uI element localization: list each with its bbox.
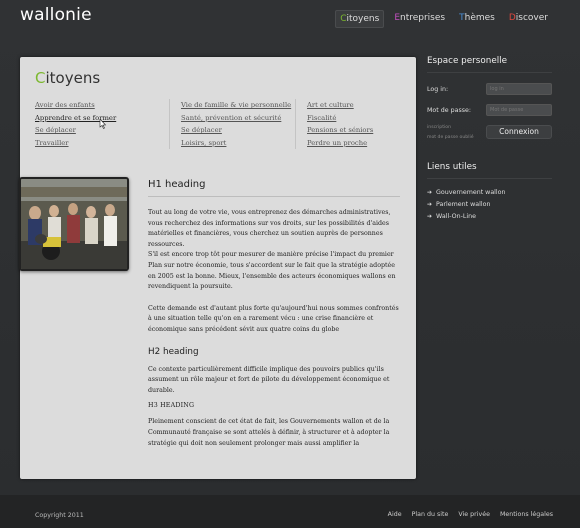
personal-space-title: Espace personelle: [427, 56, 552, 73]
login-input[interactable]: [486, 83, 552, 95]
account-links: inscription mot de passe oublié: [427, 125, 474, 140]
heading-1: H1 heading: [148, 179, 400, 197]
copyright-text: Copyright 2011: [35, 512, 84, 519]
topic-links: Avoir des enfants Apprendre et se former…: [35, 99, 405, 149]
inscription-link[interactable]: inscription: [427, 125, 474, 130]
footer-link-plan-du-site[interactable]: Plan du site: [412, 511, 449, 518]
arrow-right-icon: ➔: [427, 213, 433, 220]
paragraph: Ce contexte particulièrement difficile i…: [148, 365, 390, 394]
login-actions: inscription mot de passe oublié Connexio…: [427, 125, 552, 140]
login-row: Log in:: [427, 83, 552, 95]
footer-link-aide[interactable]: Aide: [388, 511, 402, 518]
topic-link[interactable]: Santé, prévention et sécurité: [181, 112, 287, 125]
topic-link[interactable]: Vie de famille & vie personnelle: [181, 99, 291, 112]
connexion-button[interactable]: Connexion: [486, 125, 552, 139]
heading-3: H3 HEADING: [148, 402, 195, 410]
nav-label: ntreprises: [400, 13, 446, 23]
sidebar: Espace personelle Log in: Mot de passe: …: [427, 56, 552, 225]
useful-links: Liens utiles ➔ Gouvernement wallon ➔ Par…: [427, 162, 552, 220]
topic-link[interactable]: Perdre un proche: [307, 137, 397, 150]
topic-column-2: Vie de famille & vie personnelle Santé, …: [169, 99, 295, 149]
people-photo: [19, 177, 129, 271]
nav-label: itoyens: [346, 14, 380, 24]
wallonie-logo[interactable]: wallonie: [20, 5, 92, 25]
forgot-password-link[interactable]: mot de passe oublié: [427, 135, 474, 140]
nav-entreprises[interactable]: Entreprises: [390, 10, 449, 28]
topic-link[interactable]: Se déplacer: [35, 124, 161, 137]
paragraph: Tout au long de votre vie, vous entrepre…: [148, 209, 391, 248]
paragraph: S'il est encore trop tôt pour mesurer de…: [148, 251, 396, 291]
login-label: Log in:: [427, 85, 449, 93]
paragraph: Pleinement conscient de cet état de fait…: [148, 418, 390, 447]
topic-link[interactable]: Art et culture: [307, 99, 397, 112]
arrow-right-icon: ➔: [427, 189, 433, 196]
password-input[interactable]: [486, 104, 552, 116]
top-navigation: Citoyens Entreprises Thèmes Discover: [335, 10, 552, 28]
nav-label: hèmes: [464, 13, 495, 23]
topic-link[interactable]: Se déplacer: [181, 124, 287, 137]
topic-link[interactable]: Loisirs, sport: [181, 137, 287, 150]
useful-link-label: Wall-On-Line: [436, 213, 477, 220]
useful-links-title: Liens utiles: [427, 162, 552, 179]
page-title: Citoyens: [35, 69, 100, 87]
page-title-rest: itoyens: [45, 69, 101, 87]
password-label: Mot de passe:: [427, 106, 472, 114]
topic-link[interactable]: Avoir des enfants: [35, 99, 161, 112]
useful-link-label: Gouvernement wallon: [436, 189, 506, 196]
heading-2: H2 heading: [148, 346, 199, 357]
topic-link[interactable]: Apprendre et se former: [35, 112, 161, 125]
topic-link[interactable]: Fiscalité: [307, 112, 397, 125]
footer-link-mentions-legales[interactable]: Mentions légales: [500, 511, 553, 518]
nav-citoyens[interactable]: Citoyens: [335, 10, 385, 28]
page-title-initial: C: [35, 69, 46, 87]
useful-link-label: Parlement wallon: [436, 201, 491, 208]
nav-themes[interactable]: Thèmes: [455, 10, 499, 28]
useful-link-item[interactable]: ➔ Wall-On-Line: [427, 213, 552, 220]
useful-link-item[interactable]: ➔ Parlement wallon: [427, 201, 552, 208]
topic-link[interactable]: Travailler: [35, 137, 161, 150]
crowd-photo-icon: [21, 179, 127, 269]
arrow-right-icon: ➔: [427, 201, 433, 208]
topic-link[interactable]: Pensions et séniors: [307, 124, 397, 137]
topic-column-3: Art et culture Fiscalité Pensions et sén…: [295, 99, 405, 149]
footer-link-vie-privee[interactable]: Vie privée: [458, 511, 490, 518]
mouse-cursor-icon: [99, 119, 107, 129]
article: H1 heading Tout au long de votre vie, vo…: [148, 179, 400, 460]
password-row: Mot de passe:: [427, 104, 552, 116]
useful-link-item[interactable]: ➔ Gouvernement wallon: [427, 189, 552, 196]
nav-discover[interactable]: Discover: [505, 10, 552, 28]
footer-links: Aide Plan du site Vie privée Mentions lé…: [388, 511, 553, 518]
nav-label: iscover: [515, 13, 548, 23]
footer: Copyright 2011 Aide Plan du site Vie pri…: [0, 495, 580, 528]
paragraph: Cette demande est d'autant plus forte qu…: [148, 304, 399, 333]
nav-initial: D: [508, 13, 516, 23]
